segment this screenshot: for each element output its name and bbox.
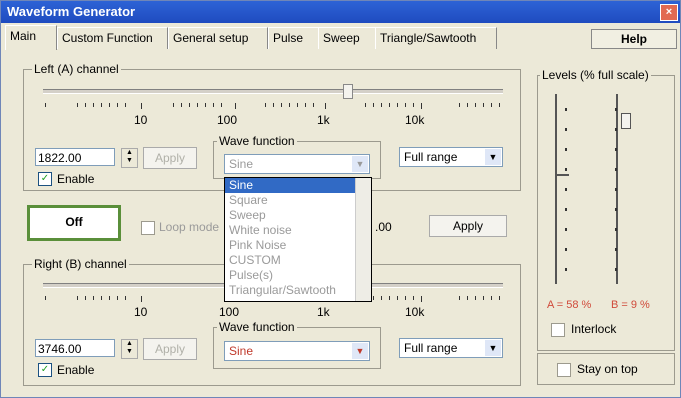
left-scale-10k: 10k	[405, 113, 425, 127]
left-frequency-slider[interactable]	[43, 89, 503, 94]
tab-main[interactable]: Main	[5, 25, 57, 50]
chevron-down-icon[interactable]: ▼	[352, 156, 368, 172]
right-channel-title: Right (B) channel	[32, 257, 129, 271]
right-wave-select[interactable]: Sine ▼	[224, 341, 370, 361]
option-custom[interactable]: CUSTOM	[225, 253, 371, 268]
option-white-noise[interactable]: White noise	[225, 223, 371, 238]
left-frequency-spinner[interactable]: ▲ ▼	[121, 148, 138, 168]
right-range-value: Full range	[404, 341, 458, 355]
option-triangular-sawtooth[interactable]: Triangular/Sawtooth	[225, 283, 371, 298]
option-pink-noise[interactable]: Pink Noise	[225, 238, 371, 253]
stay-on-top-label: Stay on top	[577, 362, 638, 376]
spin-up-icon[interactable]: ▲	[122, 340, 137, 348]
spin-down-icon[interactable]: ▼	[122, 157, 137, 165]
apply-button[interactable]: Apply	[429, 215, 507, 237]
left-wave-value: Sine	[229, 157, 254, 171]
left-scale-1k: 1k	[317, 113, 330, 127]
option-pulse[interactable]: Pulse(s)	[225, 268, 371, 283]
right-scale-1k: 1k	[317, 305, 330, 319]
left-range-select[interactable]: Full range ▼	[399, 147, 503, 167]
interlock-checkbox[interactable]	[551, 323, 565, 337]
tab-bar: Main Custom Function General setup Pulse…	[5, 25, 505, 50]
right-wave-label: Wave function	[217, 320, 297, 334]
off-button[interactable]: Off	[27, 205, 121, 241]
right-scale-10: 10	[134, 305, 148, 319]
level-b-marker	[621, 113, 631, 129]
app-window: Waveform Generator × Main Custom Functio…	[0, 0, 681, 398]
tab-sweep[interactable]: Sweep	[318, 27, 377, 49]
title-bar: Waveform Generator ×	[1, 1, 680, 23]
chevron-down-icon[interactable]: ▼	[485, 340, 501, 356]
window-title: Waveform Generator	[7, 4, 136, 19]
loop-mode-label: Loop mode	[159, 220, 220, 234]
left-slider-ticks	[45, 103, 501, 109]
chevron-down-icon[interactable]: ▼	[352, 343, 368, 359]
spin-up-icon[interactable]: ▲	[122, 149, 137, 157]
level-a-readout: A = 58 %	[547, 299, 592, 311]
right-scale-10k: 10k	[405, 305, 425, 319]
right-frequency-spinner[interactable]: ▲ ▼	[121, 339, 138, 359]
left-enable-checkbox[interactable]: ✓	[38, 172, 52, 186]
left-slider-thumb[interactable]	[343, 84, 353, 99]
tab-general-setup[interactable]: General setup	[168, 27, 268, 49]
level-b-readout: B = 9 %	[611, 299, 650, 311]
tab-pulse[interactable]: Pulse	[268, 27, 320, 49]
right-enable-checkbox[interactable]: ✓	[38, 363, 52, 377]
left-channel-title: Left (A) channel	[32, 62, 121, 76]
levels-meter	[555, 94, 631, 294]
spin-down-icon[interactable]: ▼	[122, 348, 137, 356]
left-enable-label: Enable	[57, 172, 95, 186]
left-range-value: Full range	[404, 150, 458, 164]
chevron-down-icon[interactable]: ▼	[485, 149, 501, 165]
left-wave-select[interactable]: Sine ▼	[224, 154, 370, 174]
interlock-label: Interlock	[571, 322, 617, 336]
left-scale-100: 100	[217, 113, 238, 127]
close-button[interactable]: ×	[660, 4, 678, 21]
loop-mode-checkbox[interactable]	[141, 221, 155, 235]
wave-function-dropdown[interactable]: Sine Square Sweep White noise Pink Noise…	[224, 177, 372, 302]
right-range-select[interactable]: Full range ▼	[399, 338, 503, 358]
option-sweep[interactable]: Sweep	[225, 208, 371, 223]
left-scale-10: 10	[134, 113, 148, 127]
right-scale-100: 100	[219, 305, 240, 319]
dropdown-scrollbar[interactable]	[355, 178, 371, 301]
option-sine[interactable]: Sine	[225, 178, 371, 193]
left-wave-label: Wave function	[217, 134, 297, 148]
option-square[interactable]: Square	[225, 193, 371, 208]
right-frequency-input[interactable]: 3746.00	[35, 339, 115, 357]
left-apply-button[interactable]: Apply	[143, 147, 197, 169]
help-button[interactable]: Help	[591, 29, 677, 49]
middle-value: .00	[375, 220, 392, 234]
tab-triangle-sawtooth[interactable]: Triangle/Sawtooth	[375, 27, 497, 49]
left-frequency-input[interactable]: 1822.00	[35, 148, 115, 166]
levels-title: Levels (% full scale)	[540, 68, 651, 82]
stay-on-top-checkbox[interactable]	[557, 363, 571, 377]
right-apply-button[interactable]: Apply	[143, 338, 197, 360]
right-wave-value: Sine	[229, 344, 254, 358]
tab-custom-function[interactable]: Custom Function	[57, 27, 168, 49]
right-enable-label: Enable	[57, 363, 95, 377]
